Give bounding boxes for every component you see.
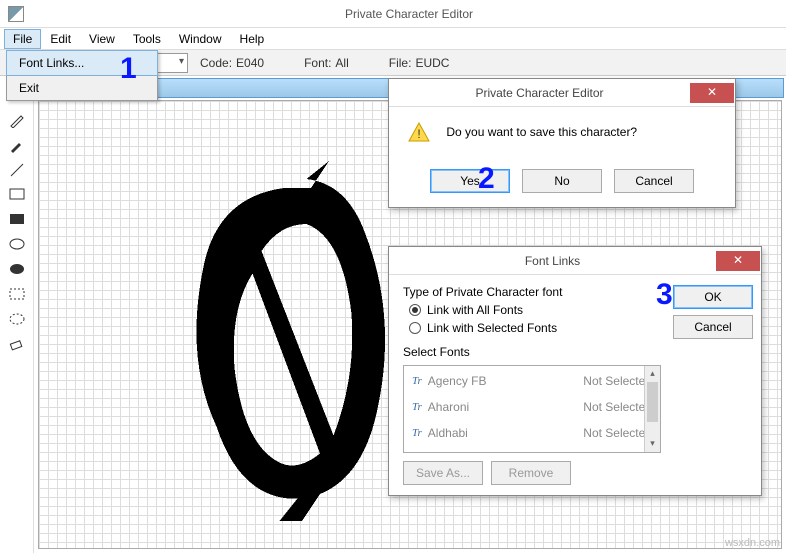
eraser-tool-icon[interactable]	[6, 334, 28, 356]
truetype-icon: Tr	[412, 427, 422, 439]
font-links-titlebar: Font Links ✕	[389, 247, 761, 275]
app-title: Private Character Editor	[32, 7, 786, 21]
annotation-1: 1	[120, 52, 137, 86]
menu-file[interactable]: File	[4, 29, 41, 49]
select-rect-tool-icon[interactable]	[6, 284, 28, 306]
font-list-scrollbar[interactable]: ▴ ▾	[644, 366, 660, 452]
radio-icon	[409, 304, 421, 316]
yes-button[interactable]: Yes	[430, 169, 510, 193]
save-dialog-title: Private Character Editor	[389, 86, 690, 100]
menu-view[interactable]: View	[80, 29, 124, 49]
scroll-down-icon[interactable]: ▾	[645, 436, 660, 452]
font-links-close-icon[interactable]: ✕	[716, 251, 760, 271]
remove-button[interactable]: Remove	[491, 461, 571, 485]
font-row[interactable]: Tr Agency FB Not Selected	[404, 368, 660, 394]
radio-link-selected-label: Link with Selected Fonts	[427, 321, 557, 335]
main-titlebar: Private Character Editor	[0, 0, 786, 28]
font-links-title: Font Links	[389, 254, 716, 268]
annotation-3: 3	[656, 278, 673, 312]
save-dialog-titlebar: Private Character Editor ✕	[389, 79, 735, 107]
rect-fill-tool-icon[interactable]	[6, 209, 28, 231]
pencil-tool-icon[interactable]	[6, 109, 28, 131]
font-name: Agency FB	[428, 374, 583, 388]
brush-tool-icon[interactable]	[6, 134, 28, 156]
font-status: Not Selected	[583, 400, 652, 414]
menu-help[interactable]: Help	[231, 29, 274, 49]
svg-text:!: !	[417, 127, 420, 141]
font-status: Not Selected	[583, 374, 652, 388]
menu-edit[interactable]: Edit	[41, 29, 80, 49]
file-value: EUDC	[415, 56, 449, 70]
ok-button[interactable]: OK	[673, 285, 753, 309]
toolbox	[0, 76, 34, 553]
radio-icon	[409, 322, 421, 334]
code-value: E040	[236, 56, 264, 70]
save-dialog-close-icon[interactable]: ✕	[690, 83, 734, 103]
warning-icon: !	[407, 121, 431, 145]
font-type-label: Type of Private Character font	[403, 285, 661, 299]
save-as-button[interactable]: Save As...	[403, 461, 483, 485]
menu-window[interactable]: Window	[170, 29, 231, 49]
truetype-icon: Tr	[412, 401, 422, 413]
file-label: File:	[389, 56, 412, 70]
rect-outline-tool-icon[interactable]	[6, 184, 28, 206]
app-icon	[8, 6, 24, 22]
font-label: Font:	[304, 56, 331, 70]
font-name: Aharoni	[428, 400, 583, 414]
radio-link-selected[interactable]: Link with Selected Fonts	[409, 321, 661, 335]
font-links-dialog: Font Links ✕ Type of Private Character f…	[388, 246, 762, 496]
save-dialog: Private Character Editor ✕ ! Do you want…	[388, 78, 736, 208]
menubar: File Edit View Tools Window Help	[0, 28, 786, 50]
radio-link-all[interactable]: Link with All Fonts	[409, 303, 661, 317]
ellipse-fill-tool-icon[interactable]	[6, 259, 28, 281]
watermark: wsxdn.com	[725, 537, 780, 549]
scroll-thumb[interactable]	[647, 382, 658, 422]
select-free-tool-icon[interactable]	[6, 309, 28, 331]
cancel-button[interactable]: Cancel	[614, 169, 694, 193]
radio-link-all-label: Link with All Fonts	[427, 303, 523, 317]
font-status: Not Selected	[583, 426, 652, 440]
font-value: All	[335, 56, 348, 70]
font-row[interactable]: Tr Aldhabi Not Selected	[404, 420, 660, 446]
no-button[interactable]: No	[522, 169, 602, 193]
save-dialog-message: Do you want to save this character?	[446, 125, 637, 139]
annotation-2: 2	[478, 162, 495, 196]
truetype-icon: Tr	[412, 375, 422, 387]
menu-tools[interactable]: Tools	[124, 29, 170, 49]
font-list[interactable]: Tr Agency FB Not Selected Tr Aharoni Not…	[403, 365, 661, 453]
line-tool-icon[interactable]	[6, 159, 28, 181]
select-fonts-label: Select Fonts	[403, 345, 661, 359]
character-glyph	[169, 161, 399, 521]
ellipse-outline-tool-icon[interactable]	[6, 234, 28, 256]
code-label: Code:	[200, 56, 232, 70]
save-dialog-body: ! Do you want to save this character?	[389, 107, 735, 159]
fl-cancel-button[interactable]: Cancel	[673, 315, 753, 339]
scroll-up-icon[interactable]: ▴	[645, 366, 660, 382]
font-row[interactable]: Tr Aharoni Not Selected	[404, 394, 660, 420]
font-name: Aldhabi	[428, 426, 583, 440]
save-dialog-buttons: Yes No Cancel	[389, 159, 735, 207]
